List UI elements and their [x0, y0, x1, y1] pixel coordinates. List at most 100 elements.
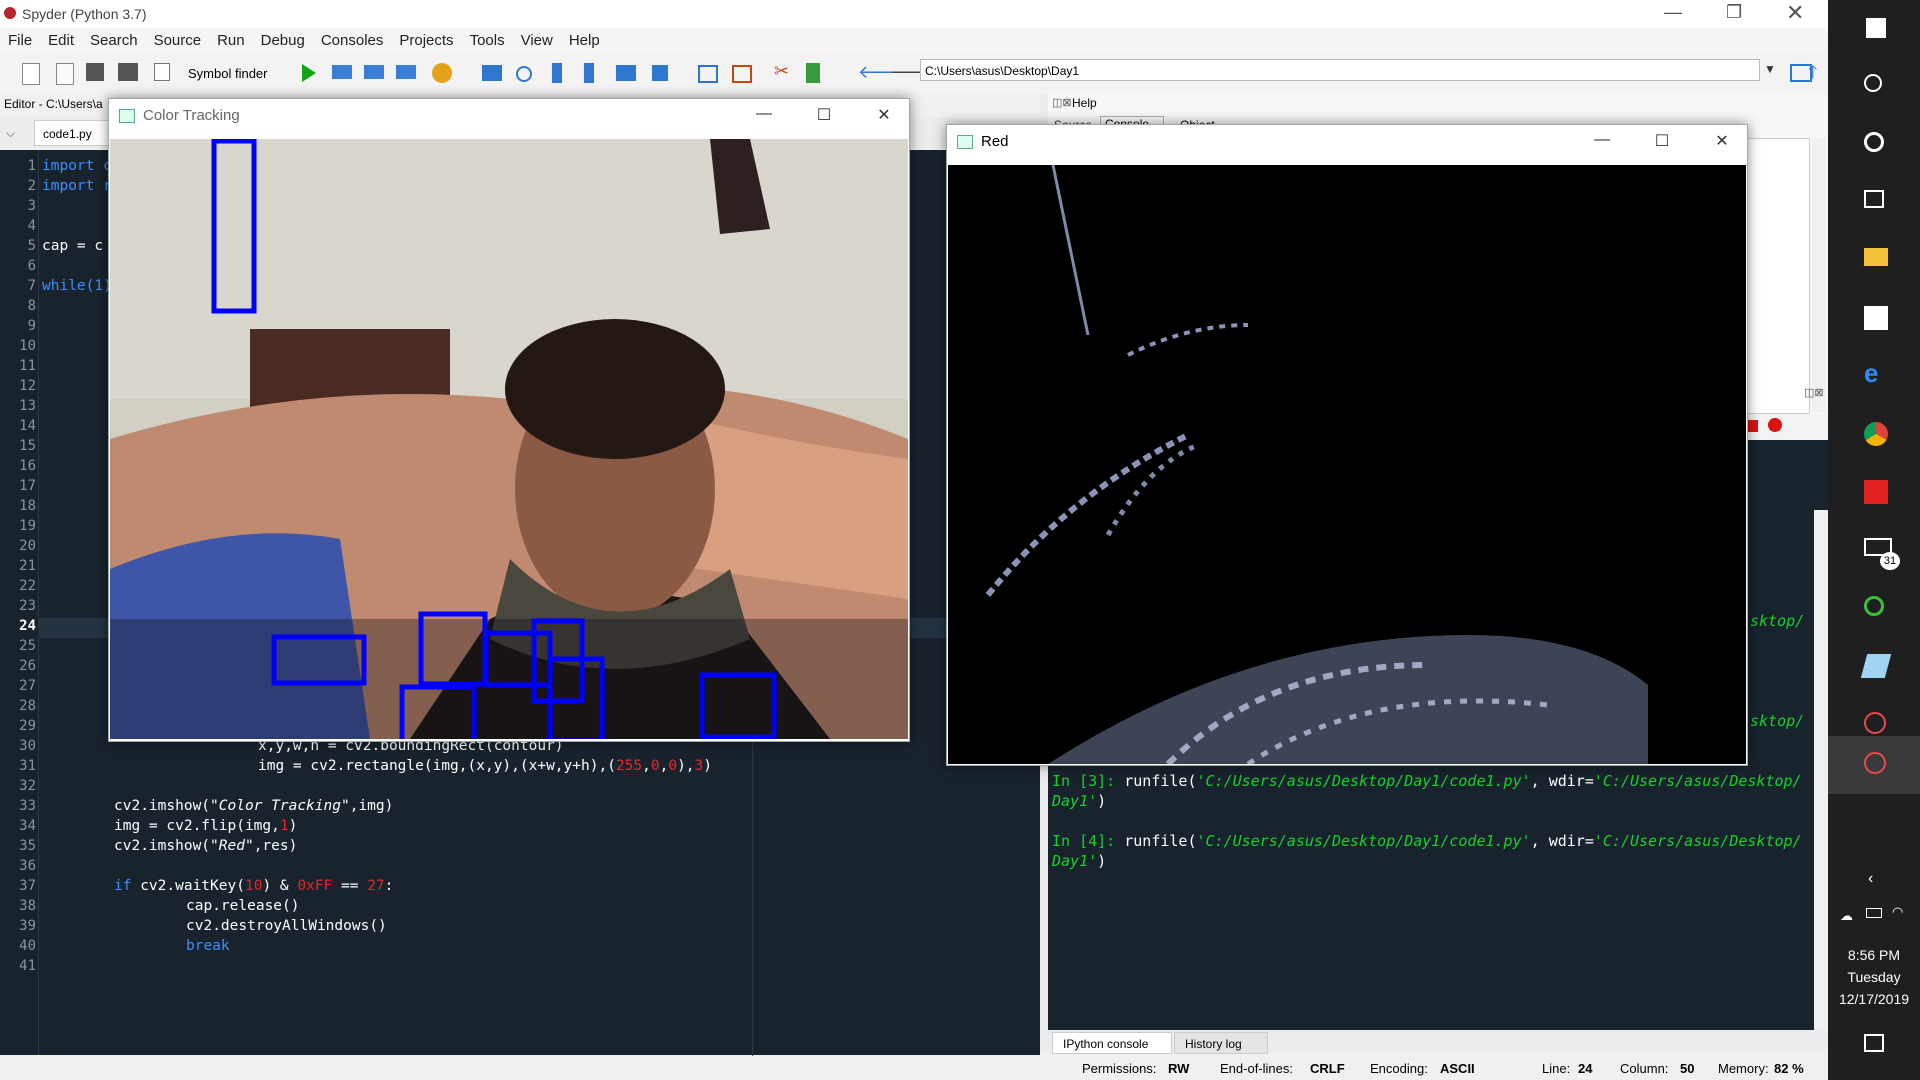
menu-source[interactable]: Source [146, 28, 210, 49]
spyder-button-2[interactable] [1828, 736, 1920, 794]
code-37-b: ) & [262, 878, 298, 894]
python-path-icon[interactable] [806, 63, 820, 83]
eraser-app-button[interactable] [1828, 638, 1920, 696]
detection-box [399, 684, 477, 739]
gift-app-button[interactable] [1828, 464, 1920, 522]
line-number: 20 [19, 538, 36, 554]
step-icon[interactable] [516, 66, 532, 82]
color-tracking-window[interactable]: Color Tracking — ☐ ✕ [108, 98, 910, 742]
new-file-icon[interactable] [22, 63, 40, 85]
search-button[interactable] [1828, 58, 1920, 116]
line-number: 28 [19, 698, 36, 714]
continue-icon[interactable] [616, 65, 636, 81]
line-number: 26 [19, 658, 36, 674]
line-number: 7 [27, 278, 36, 294]
console-in3: In [3]: runfile('C:/Users/asus/Desktop/D… [1052, 772, 1802, 790]
in3-mid: , wdir= [1530, 772, 1594, 790]
minimize-button[interactable]: — [749, 105, 779, 125]
code-line-39: cv2.destroyAllWindows() [186, 918, 387, 934]
save-icon[interactable] [86, 63, 104, 81]
in4-wdir: 'C:/Users/asus/Desktop/ [1593, 832, 1802, 850]
maximize-button[interactable]: ☐ [809, 105, 839, 125]
step-return-icon[interactable] [584, 63, 594, 83]
menu-help[interactable]: Help [561, 28, 608, 49]
run-cell-icon[interactable] [332, 65, 352, 79]
line-number: 13 [19, 398, 36, 414]
minimize-button[interactable]: — [1664, 2, 1682, 23]
close-button[interactable]: ✕ [869, 105, 899, 125]
store-button[interactable] [1828, 290, 1920, 348]
console-undock-icon[interactable]: ◫⊠ [1804, 386, 1824, 399]
console-scrollbar[interactable] [1814, 510, 1828, 1030]
chrome-icon [1864, 422, 1888, 446]
menu-debug[interactable]: Debug [253, 28, 313, 49]
menu-search[interactable]: Search [82, 28, 146, 49]
tab-history-log[interactable]: History log [1174, 1032, 1268, 1054]
minimize-button[interactable]: — [1587, 131, 1617, 151]
run-selection-icon[interactable] [396, 65, 416, 79]
menu-view[interactable]: View [513, 28, 561, 49]
red-window[interactable]: Red — ☐ ✕ [946, 124, 1748, 766]
taskbar-clock[interactable]: 8:56 PM Tuesday 12/17/2019 [1828, 944, 1920, 1010]
start-button[interactable] [1828, 0, 1920, 58]
mail-button[interactable]: 31 [1828, 522, 1920, 580]
run-cell-advance-icon[interactable] [364, 65, 384, 79]
chrome-button[interactable] [1828, 406, 1920, 464]
cortana-icon [1864, 132, 1884, 152]
help-scrollbar[interactable] [1812, 138, 1826, 412]
maximize-button[interactable]: ☐ [1647, 131, 1677, 151]
menu-file[interactable]: File [0, 28, 40, 49]
permissions-value: RW [1168, 1061, 1190, 1076]
app-icon [957, 135, 973, 149]
maximize-pane-icon[interactable] [698, 65, 718, 83]
help-undock-icon[interactable]: ◫⊠ [1052, 96, 1072, 109]
line-number: 33 [19, 798, 36, 814]
rerun-icon[interactable] [432, 63, 452, 83]
menu-edit[interactable]: Edit [40, 28, 82, 49]
red-titlebar[interactable]: Red — ☐ ✕ [947, 125, 1747, 157]
wifi-icon[interactable]: ◠ [1892, 904, 1903, 920]
working-directory-input[interactable]: C:\Users\asus\Desktop\Day1 [920, 59, 1760, 81]
clock-date: 12/17/2019 [1838, 991, 1910, 1007]
preferences-icon[interactable]: ✂ [774, 61, 794, 81]
run-icon[interactable] [302, 64, 316, 82]
path-dropdown-icon[interactable]: ▼ [1764, 62, 1776, 76]
file-explorer-button[interactable] [1828, 232, 1920, 290]
menu-consoles[interactable]: Consoles [313, 28, 392, 49]
line-number: 38 [19, 898, 36, 914]
open-file-icon[interactable] [56, 63, 74, 85]
cortana-button[interactable] [1828, 116, 1920, 174]
menu-run[interactable]: Run [209, 28, 253, 49]
sync-icon [1864, 596, 1884, 616]
edge-button[interactable]: e [1828, 348, 1920, 406]
code-33-a: cv2.imshow( [114, 798, 211, 814]
chevron-left-icon[interactable]: ‹ [1868, 870, 1873, 888]
column-value: 50 [1680, 1061, 1695, 1076]
restore-button[interactable]: ❐ [1726, 2, 1742, 23]
code-31-n3: 0 [668, 758, 678, 774]
parent-dir-icon[interactable]: 🡑 [1808, 60, 1817, 90]
tab-code1-py[interactable]: code1.py [34, 120, 110, 146]
sync-app-button[interactable] [1828, 580, 1920, 638]
save-all-icon[interactable] [118, 63, 138, 81]
stop-debug-icon[interactable] [652, 65, 668, 81]
color-tracking-titlebar[interactable]: Color Tracking — ☐ ✕ [109, 99, 909, 131]
code-line-33: cv2.imshow("Color Tracking",img) [114, 798, 393, 814]
close-button[interactable]: ✕ [1707, 131, 1737, 151]
menu-tools[interactable]: Tools [462, 28, 513, 49]
browse-tabs-icon[interactable]: ⌵ [6, 126, 15, 141]
detection-box [418, 611, 488, 687]
battery-icon[interactable] [1866, 908, 1882, 918]
tab-ipython-console[interactable]: IPython console [1052, 1032, 1172, 1054]
restart-kernel-icon[interactable] [1768, 418, 1782, 432]
notifications-icon[interactable] [1864, 1034, 1884, 1052]
close-button[interactable]: ✕ [1786, 0, 1804, 26]
onedrive-icon[interactable]: ☁ [1840, 908, 1853, 924]
symbol-finder-label[interactable]: Symbol finder [188, 66, 267, 81]
step-into-icon[interactable] [552, 63, 562, 83]
task-view-button[interactable] [1828, 174, 1920, 232]
symbol-finder-icon[interactable] [154, 63, 170, 81]
fullscreen-icon[interactable] [732, 65, 752, 83]
debug-icon[interactable] [482, 65, 502, 81]
menu-projects[interactable]: Projects [391, 28, 461, 49]
